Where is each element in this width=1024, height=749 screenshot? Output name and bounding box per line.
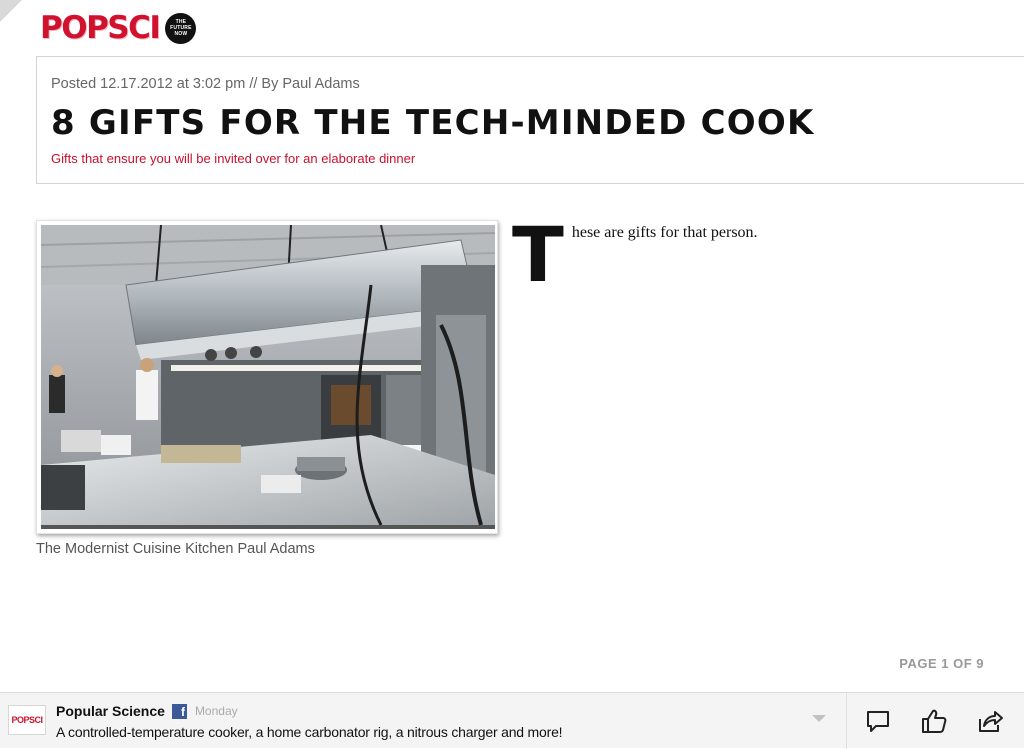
badge-line: NOW	[174, 31, 188, 37]
facebook-icon: f	[171, 703, 187, 719]
article-title: 8 GIFTS FOR THE TECH-MINDED COOK	[51, 103, 815, 143]
share-icon[interactable]	[976, 707, 1004, 735]
share-text: A controlled-temperature cooker, a home …	[56, 724, 563, 740]
drop-cap: T	[512, 210, 564, 299]
logo-wordmark: POPSCI	[40, 10, 161, 46]
article-byline: Posted 12.17.2012 at 3:02 pm // By Paul …	[51, 76, 360, 92]
post-time: Monday	[194, 704, 238, 718]
comment-icon[interactable]	[864, 707, 892, 735]
source-name[interactable]: Popular Science	[56, 703, 165, 719]
article-image[interactable]	[36, 220, 498, 534]
chevron-down-icon[interactable]	[812, 715, 826, 722]
divider	[846, 693, 847, 749]
like-icon[interactable]	[920, 707, 948, 735]
page-corner-fold[interactable]	[0, 0, 22, 22]
article-body: T hese are gifts for that person.	[512, 210, 992, 299]
article-paragraph: hese are gifts for that person.	[571, 224, 758, 241]
kitchen-photo	[41, 225, 495, 529]
page-indicator: PAGE 1 OF 9	[899, 656, 984, 671]
image-caption: The Modernist Cuisine Kitchen Paul Adams	[36, 541, 315, 557]
source-line: Popular Science f Monday	[56, 703, 238, 719]
popsci-logo[interactable]: POPSCI THE FUTURE NOW	[40, 8, 197, 48]
source-logo[interactable]: POPSCI	[8, 705, 46, 735]
article-subtitle: Gifts that ensure you will be invited ov…	[51, 151, 416, 166]
share-bar: POPSCI Popular Science f Monday A contro…	[0, 692, 1024, 749]
article-header: Posted 12.17.2012 at 3:02 pm // By Paul …	[36, 56, 1024, 184]
future-now-badge: THE FUTURE NOW	[165, 12, 197, 44]
